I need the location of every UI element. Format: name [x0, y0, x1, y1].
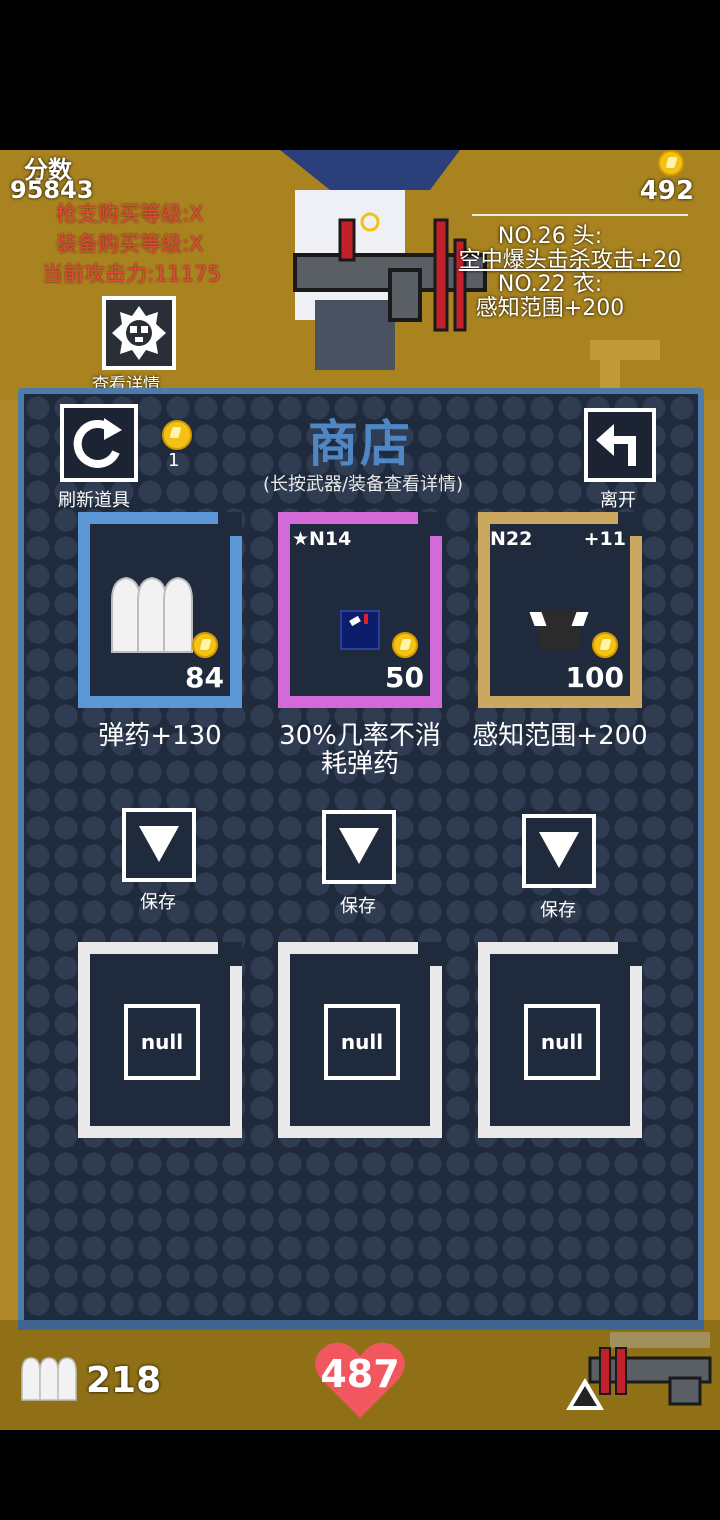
item-tag: ★N14	[292, 528, 352, 550]
skull-icon	[112, 306, 166, 360]
save-label: 保存	[140, 892, 176, 913]
item-desc: 感知范围+200	[472, 721, 648, 751]
save-button-1[interactable]	[122, 808, 196, 882]
storage-slot-1[interactable]: null	[78, 942, 242, 1138]
item-desc-line2: 耗弹药	[320, 749, 399, 779]
leave-label: 离开	[600, 490, 636, 511]
item-price: 50	[385, 661, 424, 694]
slot-empty-label: null	[124, 1004, 200, 1080]
item-desc-line1: 30%几率不消	[279, 721, 441, 751]
shop-item-ammo[interactable]: 84	[78, 512, 242, 708]
shop-item-equip-n22[interactable]: N22 +11 100	[478, 512, 642, 708]
hud-divider	[472, 214, 688, 216]
attack-text: 当前攻击力:11175	[42, 262, 221, 286]
refresh-cost: 1	[168, 450, 180, 471]
shop-subtitle: (长按武器/装备查看详情)	[262, 474, 464, 495]
save-button-3[interactable]	[522, 814, 596, 888]
item-equip-icon	[529, 610, 589, 650]
refresh-label: 刷新道具	[58, 490, 130, 511]
slot-empty-label: null	[524, 1004, 600, 1080]
item-desc: 弹药+130	[98, 721, 222, 751]
coin-icon	[658, 150, 684, 176]
card-notch	[218, 512, 242, 536]
shop-title: 商店	[308, 415, 412, 473]
item-price: 100	[565, 661, 624, 694]
save-arrow-icon	[539, 832, 579, 868]
card-notch	[418, 942, 442, 966]
refresh-button[interactable]	[60, 404, 138, 482]
refresh-icon	[73, 418, 122, 468]
coin-icon	[392, 632, 418, 658]
equip-level-text: 装备购买等级:X	[56, 232, 204, 256]
health-value: 487	[320, 1352, 400, 1396]
save-arrow-icon	[139, 826, 179, 862]
ammo-count: 218	[86, 1360, 162, 1401]
scene-pillar	[590, 340, 660, 360]
item-price: 84	[185, 661, 224, 694]
equip-body-effect: 感知范围+200	[475, 296, 625, 321]
save-label: 保存	[540, 900, 576, 921]
item-tag: N22	[490, 528, 533, 550]
item-equip-icon	[340, 610, 380, 650]
gun-level-text: 枪支购买等级:X	[56, 202, 204, 226]
swap-weapon-icon[interactable]	[566, 1378, 604, 1410]
details-button[interactable]	[102, 296, 176, 370]
coin-icon	[192, 632, 218, 658]
coin-icon	[162, 420, 192, 450]
storage-slot-3[interactable]: null	[478, 942, 642, 1138]
save-arrow-icon	[339, 828, 379, 864]
leave-button[interactable]	[584, 408, 656, 482]
save-label: 保存	[340, 896, 376, 917]
slot-empty-label: null	[324, 1004, 400, 1080]
shop-item-equip-n14[interactable]: ★N14 50	[278, 512, 442, 708]
card-notch	[618, 942, 642, 966]
bullet-icon	[21, 1357, 77, 1401]
save-button-2[interactable]	[322, 810, 396, 884]
item-upgrade: +11	[583, 528, 626, 550]
coin-icon	[592, 632, 618, 658]
back-arrow-icon	[596, 424, 636, 466]
card-notch	[418, 512, 442, 536]
storage-slot-2[interactable]: null	[278, 942, 442, 1138]
card-notch	[218, 942, 242, 966]
coin-count: 492	[639, 176, 694, 206]
